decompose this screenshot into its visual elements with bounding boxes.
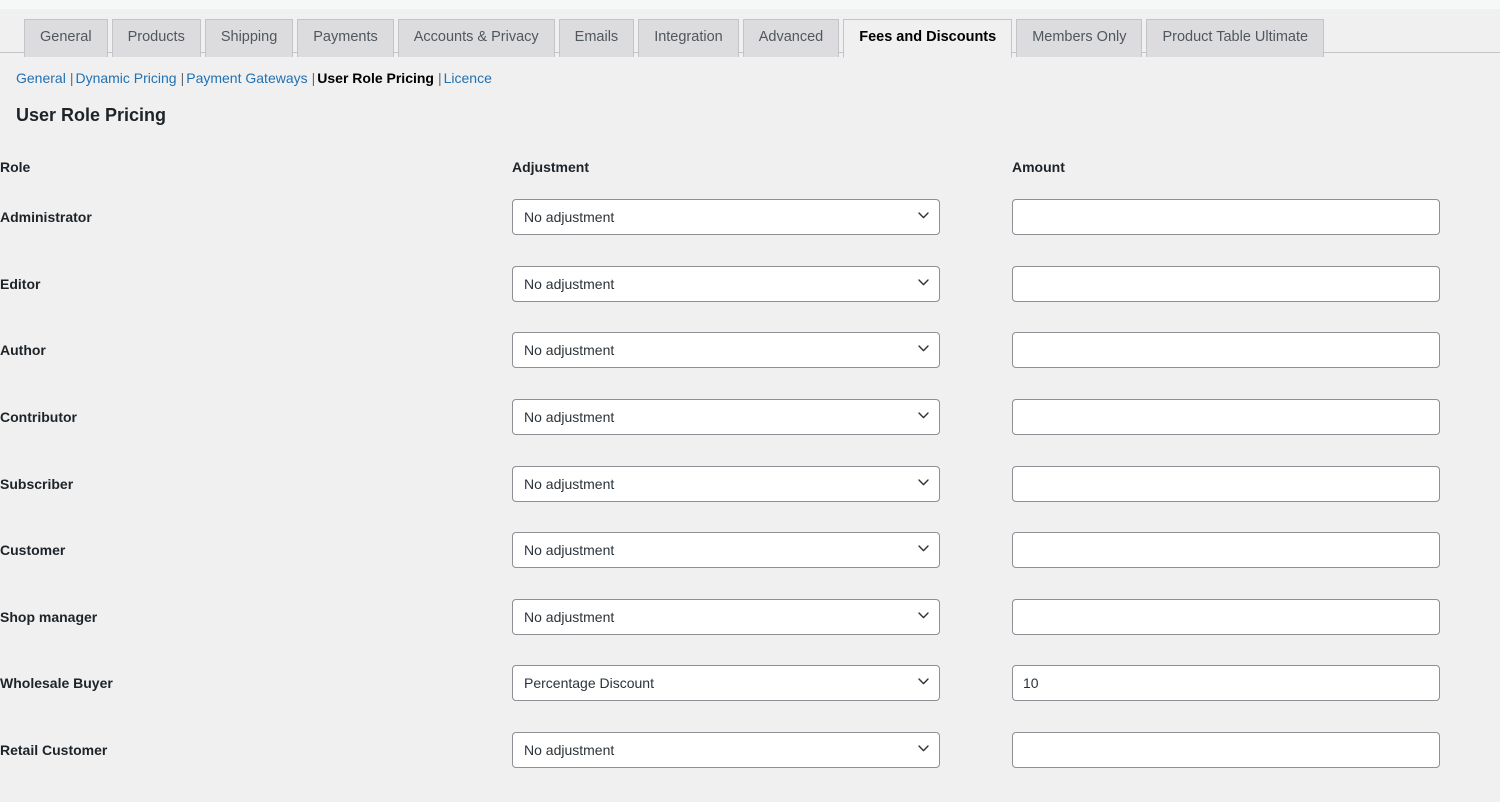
amount-input-subscriber[interactable]: [1012, 465, 1440, 502]
amount-cell: [1012, 584, 1500, 651]
role-label-shop-manager: Shop manager: [0, 608, 98, 625]
select-wrapper: No adjustmentPercentage DiscountFixed Di…: [512, 665, 940, 702]
adjustment-select-customer[interactable]: No adjustmentPercentage DiscountFixed Di…: [512, 532, 940, 569]
settings-tab-bar: General Products Shipping Payments Accounts …: [0, 9, 1500, 58]
table-row: Administrator No adjustmentPercentage Dis…: [0, 184, 1500, 251]
amount-input-editor[interactable]: [1012, 265, 1440, 302]
role-label-author: Author: [0, 342, 46, 359]
table-row: Author No adjustmentPercentage DiscountFi…: [0, 317, 1500, 384]
user-role-pricing-table: Role Adjustment Amount Administrator No a…: [0, 150, 1500, 783]
subnav-separator: |: [180, 70, 185, 86]
table-body: Administrator No adjustmentPercentage Dis…: [0, 184, 1500, 783]
subnav-item-licence[interactable]: Licence: [444, 70, 492, 86]
table-header: Role Adjustment Amount: [0, 150, 1500, 184]
sub-navigation: General | Dynamic Pricing | Payment Gateways…: [16, 64, 492, 92]
table-row: Wholesale Buyer No adjustmentPercentage D…: [0, 650, 1500, 717]
top-scroll-strip: [0, 0, 1500, 9]
adjustment-select-shop-manager[interactable]: No adjustmentPercentage DiscountFixed Di…: [512, 598, 940, 635]
amount-cell: [1012, 184, 1500, 251]
adjustment-cell: No adjustmentPercentage DiscountFixed Di…: [512, 251, 1012, 318]
select-wrapper: No adjustmentPercentage DiscountFixed Di…: [512, 265, 940, 302]
tab-general[interactable]: General: [24, 19, 108, 57]
subnav-item-general[interactable]: General: [16, 70, 66, 86]
tab-advanced[interactable]: Advanced: [742, 19, 840, 57]
adjustment-cell: No adjustmentPercentage DiscountFixed Di…: [512, 517, 1012, 584]
tab-product-table-ultimate[interactable]: Product Table Ultimate: [1146, 19, 1325, 57]
subnav-separator: |: [437, 70, 442, 86]
subnav-item-dynamic-pricing[interactable]: Dynamic Pricing: [75, 70, 176, 86]
table-row: Customer No adjustmentPercentage Discount…: [0, 517, 1500, 584]
tab-accounts-privacy[interactable]: Accounts & Privacy: [397, 19, 555, 57]
amount-input-wholesale-buyer[interactable]: [1012, 665, 1440, 702]
column-header-adjustment: Adjustment: [512, 159, 589, 175]
role-label-customer: Customer: [0, 542, 66, 559]
adjustment-cell: No adjustmentPercentage DiscountFixed Di…: [512, 717, 1012, 784]
amount-cell: [1012, 251, 1500, 318]
role-label-contributor: Contributor: [0, 409, 77, 426]
table-row: Editor No adjustmentPercentage DiscountFi…: [0, 251, 1500, 318]
amount-cell: [1012, 717, 1500, 784]
adjustment-select-contributor[interactable]: No adjustmentPercentage DiscountFixed Di…: [512, 399, 940, 436]
adjustment-cell: No adjustmentPercentage DiscountFixed Di…: [512, 584, 1012, 651]
adjustment-cell: No adjustmentPercentage DiscountFixed Di…: [512, 384, 1012, 451]
tab-integration[interactable]: Integration: [638, 19, 739, 57]
adjustment-cell: No adjustmentPercentage DiscountFixed Di…: [512, 184, 1012, 251]
adjustment-select-retail-customer[interactable]: No adjustmentPercentage DiscountFixed Di…: [512, 732, 940, 769]
select-wrapper: No adjustmentPercentage DiscountFixed Di…: [512, 532, 940, 569]
tab-shipping[interactable]: Shipping: [204, 19, 294, 57]
role-label-administrator: Administrator: [0, 209, 92, 226]
role-label-subscriber: Subscriber: [0, 475, 74, 492]
role-label-retail-customer: Retail Customer: [0, 742, 108, 759]
amount-input-customer[interactable]: [1012, 532, 1440, 569]
tab-members-only[interactable]: Members Only: [1016, 19, 1143, 57]
tab-emails[interactable]: Emails: [558, 19, 635, 57]
tab-fees-and-discounts[interactable]: Fees and Discounts: [843, 19, 1013, 58]
select-wrapper: No adjustmentPercentage DiscountFixed Di…: [512, 598, 940, 635]
subnav-separator: |: [311, 70, 316, 86]
adjustment-select-author[interactable]: No adjustmentPercentage DiscountFixed Di…: [512, 332, 940, 369]
subnav-separator: |: [69, 70, 74, 86]
table-row: Retail Customer No adjustmentPercentage D…: [0, 717, 1500, 784]
table-row: Contributor No adjustmentPercentage Disco…: [0, 384, 1500, 451]
table-header-row: Role Adjustment Amount: [0, 150, 1500, 184]
adjustment-cell: No adjustmentPercentage DiscountFixed Di…: [512, 650, 1012, 717]
select-wrapper: No adjustmentPercentage DiscountFixed Di…: [512, 399, 940, 436]
amount-cell: [1012, 650, 1500, 717]
table-row: Subscriber No adjustmentPercentage Discou…: [0, 450, 1500, 517]
table-row: Shop manager No adjustmentPercentage Disc…: [0, 584, 1500, 651]
column-header-role: Role: [0, 159, 31, 175]
role-label-editor: Editor: [0, 275, 41, 292]
amount-cell: [1012, 517, 1500, 584]
role-label-wholesale-buyer: Wholesale Buyer: [0, 675, 113, 692]
amount-input-author[interactable]: [1012, 332, 1440, 369]
select-wrapper: No adjustmentPercentage DiscountFixed Di…: [512, 732, 940, 769]
adjustment-cell: No adjustmentPercentage DiscountFixed Di…: [512, 450, 1012, 517]
amount-input-administrator[interactable]: [1012, 199, 1440, 236]
page-title: User Role Pricing: [16, 105, 167, 125]
amount-cell: [1012, 317, 1500, 384]
amount-input-contributor[interactable]: [1012, 399, 1440, 436]
adjustment-select-wholesale-buyer[interactable]: No adjustmentPercentage DiscountFixed Di…: [512, 665, 940, 702]
select-wrapper: No adjustmentPercentage DiscountFixed Di…: [512, 465, 940, 502]
adjustment-select-subscriber[interactable]: No adjustmentPercentage DiscountFixed Di…: [512, 465, 940, 502]
select-wrapper: No adjustmentPercentage DiscountFixed Di…: [512, 332, 940, 369]
subnav-item-payment-gateways[interactable]: Payment Gateways: [186, 70, 307, 86]
subnav-item-user-role-pricing: User Role Pricing: [317, 70, 434, 86]
adjustment-select-editor[interactable]: No adjustmentPercentage DiscountFixed Di…: [512, 265, 940, 302]
amount-cell: [1012, 450, 1500, 517]
amount-input-retail-customer[interactable]: [1012, 732, 1440, 769]
tab-products[interactable]: Products: [111, 19, 201, 57]
adjustment-select-administrator[interactable]: No adjustmentPercentage DiscountFixed Di…: [512, 199, 940, 236]
adjustment-cell: No adjustmentPercentage DiscountFixed Di…: [512, 317, 1012, 384]
tab-payments[interactable]: Payments: [297, 19, 394, 57]
amount-cell: [1012, 384, 1500, 451]
column-header-amount: Amount: [1012, 159, 1065, 175]
select-wrapper: No adjustmentPercentage DiscountFixed Di…: [512, 199, 940, 236]
amount-input-shop-manager[interactable]: [1012, 598, 1440, 635]
